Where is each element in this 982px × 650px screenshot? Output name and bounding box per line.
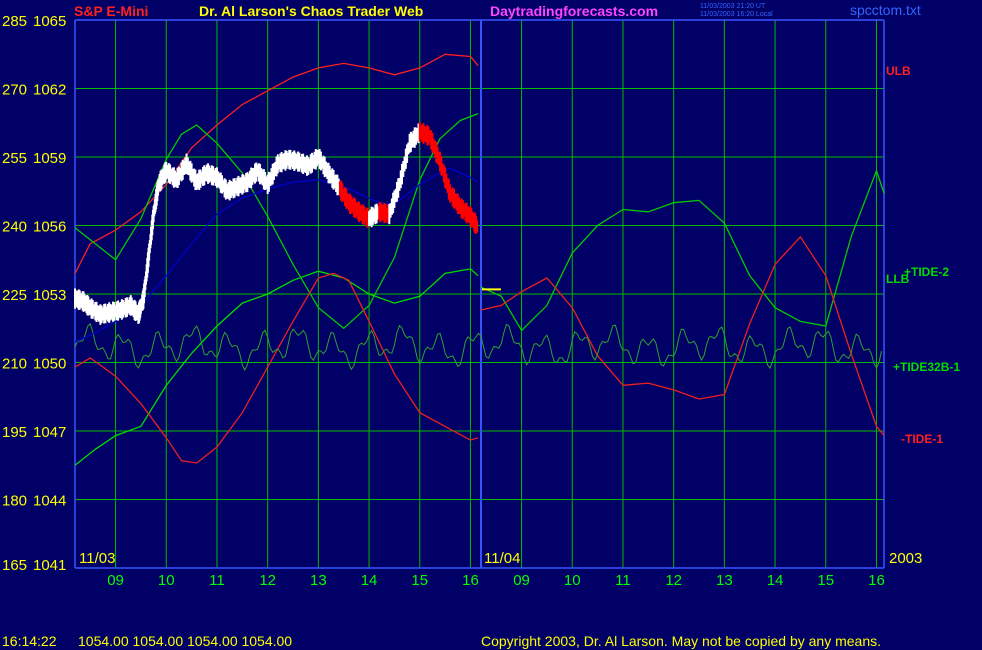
y-tick-price: 1062	[33, 82, 66, 99]
x-tick-label: 14	[767, 572, 784, 589]
date-label-day2: 11/04	[484, 550, 520, 567]
y-tick-price: 1053	[33, 287, 66, 304]
series-line-tide32b	[74, 322, 882, 372]
y-tick-outer: 195	[2, 424, 27, 441]
last-update-time: 16:14:22	[2, 633, 57, 649]
ohlc-quote: 1054.00 1054.00 1054.00 1054.00	[78, 633, 293, 649]
y-tick-price: 1050	[33, 356, 66, 373]
x-tick-label: 12	[259, 572, 276, 589]
series-label: -TIDE-1	[901, 432, 943, 446]
x-tick-label: 09	[107, 572, 124, 589]
x-tick-label: 12	[665, 572, 682, 589]
x-tick-label: 10	[158, 572, 175, 589]
x-tick-label: 13	[716, 572, 733, 589]
series-line	[74, 268, 479, 466]
y-tick-price: 1047	[33, 424, 66, 441]
year-label: 2003	[889, 550, 922, 567]
x-tick-label: 16	[868, 572, 885, 589]
series-line	[74, 112, 479, 330]
x-tick-label: 16	[462, 572, 479, 589]
date-label-day1: 11/03	[79, 550, 115, 567]
series-label: LLB	[886, 272, 910, 286]
series-line	[480, 168, 885, 332]
y-tick-outer: 180	[2, 493, 27, 510]
y-tick-outer: 240	[2, 219, 27, 236]
y-tick-outer: 210	[2, 356, 27, 373]
y-tick-outer: 270	[2, 82, 27, 99]
y-tick-outer: 225	[2, 287, 27, 304]
price-chart: 285 270 255 240 225 210 195 180 165 1065 1062 1059 1…	[2, 13, 960, 589]
x-tick-label: 15	[817, 572, 834, 589]
y-tick-price: 1044	[33, 493, 66, 510]
series-label: +TIDE-2	[904, 265, 949, 279]
y-tick-price: 1056	[33, 219, 66, 236]
y-tick-price: 1065	[33, 13, 66, 30]
y-tick-outer: 255	[2, 150, 27, 167]
x-tick-label: 10	[564, 572, 581, 589]
x-tick-label: 14	[361, 572, 378, 589]
series-label: ULB	[886, 64, 911, 78]
y-tick-outer: 165	[2, 557, 27, 574]
copyright-notice: Copyright 2003, Dr. Al Larson. May not b…	[481, 633, 882, 649]
x-tick-label: 11	[209, 572, 225, 589]
x-tick-label: 13	[310, 572, 327, 589]
series-label: +TIDE32B-1	[893, 360, 960, 374]
x-tick-label: 11	[615, 572, 631, 589]
x-tick-label: 09	[513, 572, 530, 589]
y-tick-price: 1041	[33, 557, 66, 574]
x-tick-label: 15	[411, 572, 428, 589]
y-tick-price: 1059	[33, 150, 66, 167]
y-tick-outer: 285	[2, 13, 27, 30]
